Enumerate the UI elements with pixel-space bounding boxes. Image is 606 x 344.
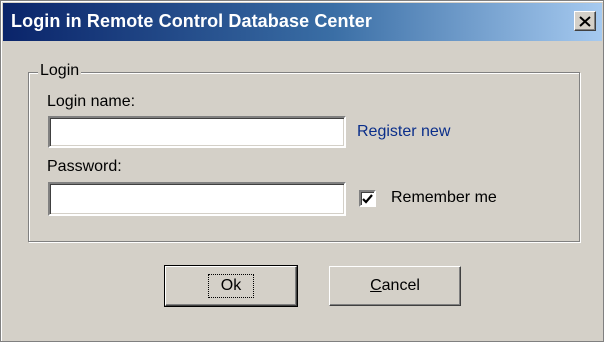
ok-button-label: Ok [220,277,242,294]
ok-button[interactable]: Ok [164,265,298,307]
remember-me-label[interactable]: Remember me [391,189,497,207]
register-new-link[interactable]: Register new [357,123,450,141]
login-dialog: Login in Remote Control Database Center … [0,0,604,342]
window-title: Login in Remote Control Database Center [11,11,372,31]
login-name-input[interactable] [48,116,346,148]
checkmark-icon [362,193,373,204]
remember-me-checkbox[interactable] [359,190,376,207]
close-x-icon [579,15,591,27]
close-button[interactable] [574,11,596,31]
password-input[interactable] [48,182,346,216]
cancel-button[interactable]: Cancel [329,266,461,306]
password-label: Password: [47,158,122,175]
cancel-button-label: Cancel [370,277,420,294]
title-bar[interactable]: Login in Remote Control Database Center [3,3,602,41]
login-group-legend: Login [38,62,82,80]
login-name-label: Login name: [47,93,136,110]
